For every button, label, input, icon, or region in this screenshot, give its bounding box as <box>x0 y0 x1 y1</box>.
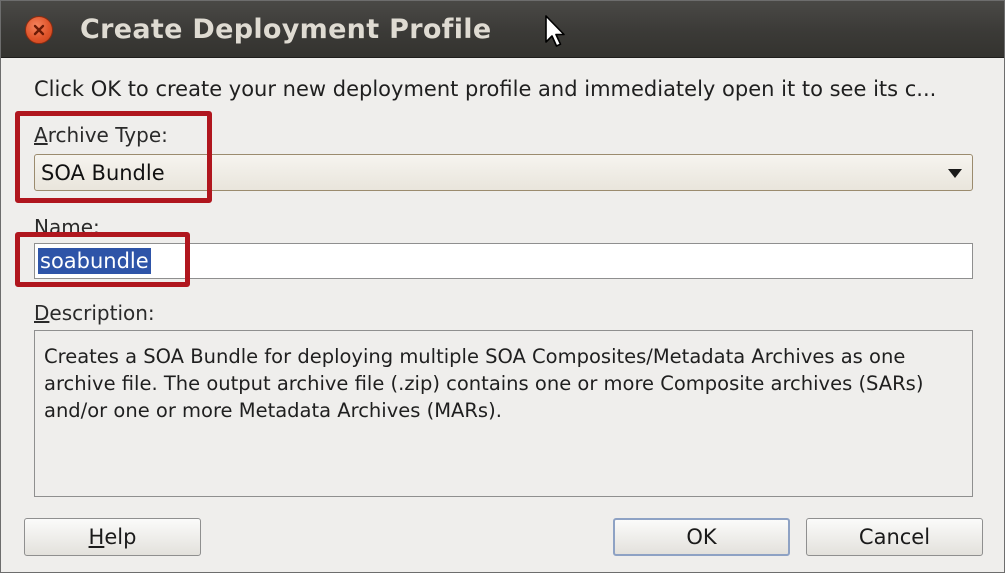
description-label: Description: <box>34 301 155 325</box>
help-button[interactable]: Help <box>24 518 201 556</box>
description-textarea[interactable]: Creates a SOA Bundle for deploying multi… <box>34 330 973 497</box>
mouse-pointer-icon <box>545 15 565 47</box>
archive-type-highlight <box>15 111 212 203</box>
close-icon <box>33 24 45 36</box>
instruction-text: Click OK to create your new deployment p… <box>34 77 937 101</box>
name-highlight <box>15 232 190 287</box>
cancel-button[interactable]: Cancel <box>806 518 983 556</box>
ok-button[interactable]: OK <box>613 518 790 556</box>
title-bar: Create Deployment Profile <box>1 1 1004 58</box>
close-button[interactable] <box>25 16 53 44</box>
description-text: Creates a SOA Bundle for deploying multi… <box>44 345 924 422</box>
triangle-down-icon <box>948 169 962 178</box>
dialog-title: Create Deployment Profile <box>80 14 492 45</box>
create-deployment-profile-dialog: Create Deployment Profile Click OK to cr… <box>0 0 1005 573</box>
